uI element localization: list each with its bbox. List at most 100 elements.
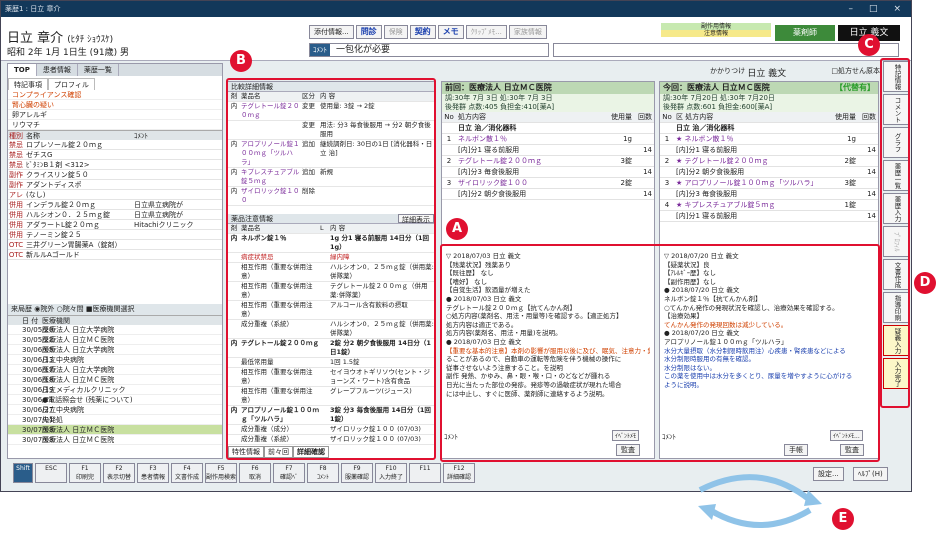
drug-comment (134, 170, 222, 179)
patient-header: 日立 章介 (ﾋﾀﾁ ｼｮｳｽｹ) 昭和 2年 1月 1日生 (91歳) 男 添… (1, 17, 911, 61)
drug-row[interactable]: アレ (なし) (8, 190, 222, 200)
tab-top[interactable]: TOP (8, 64, 37, 76)
drug-row[interactable]: 併用 インデラル錠２０ｍｇ 日立県立病院が (8, 200, 222, 210)
rx-row[interactable]: 3 ザイロリック錠１００ 2錠 (442, 178, 654, 189)
subtab-profile[interactable]: プロフィル (48, 78, 95, 90)
history-clinic: 日立中央病院 (42, 356, 84, 364)
fkey-f11[interactable]: F11 (409, 463, 441, 483)
fkey-f5[interactable]: F5 副作用検索 (205, 463, 237, 483)
tab-patient[interactable]: 患者情報 (37, 64, 78, 76)
memo-button[interactable]: メモ (437, 25, 464, 39)
history-row[interactable]: 30/06/19 日立メディカルクリニック (8, 385, 222, 395)
drug-kind: 併用 (9, 231, 23, 239)
fkey-f9[interactable]: F9 服薬確認 (341, 463, 373, 483)
drug-kind: 禁忌 (9, 151, 23, 159)
subtab-notes[interactable]: 特記事項 (8, 78, 48, 90)
comment-extra-field[interactable] (553, 43, 899, 57)
rx-row[interactable]: [内]分1 寝る前服用 14 (442, 145, 654, 156)
rx-times: 14 (867, 190, 876, 198)
maximize-icon[interactable]: □ (869, 4, 878, 14)
history-clinic: ●電話照会せ (残薬について) (42, 396, 133, 404)
history-row[interactable]: 30/06/21 ●電話照会せ (残薬について) (8, 395, 222, 405)
history-row[interactable]: 30/07/03 医療法人 日立ＭＣ医院 (8, 425, 222, 435)
rx-row[interactable]: [内]分3 毎食後服用 14 (660, 189, 878, 200)
fkey-f1[interactable]: F1 印刷完 (69, 463, 101, 483)
history-row[interactable]: 30/07/03 医療法人 日立ＭＣ医院 (8, 435, 222, 445)
rx-name: ザイロリック錠１００ (458, 179, 528, 187)
fkey-f2[interactable]: F2 表示切替 (103, 463, 135, 483)
comment-field[interactable]: ｺﾒﾝﾄ 一包化が必要 (309, 43, 549, 57)
drug-row[interactable]: 併用 アダラートL錠２０ｍｇ Hitachiクリニック (8, 220, 222, 230)
interview-button[interactable]: 問診 (355, 25, 382, 39)
rx-row[interactable]: 1 ネルボン散１％ 1g (442, 134, 654, 145)
rx-number: 2 (446, 157, 452, 165)
drug-list: 禁忌 ロプレソール錠２０ｍｇ 禁忌 ゼチスG 禁忌 ﾋﾞﾀﾐﾝB１剤 <312> 副作 クライ… (8, 140, 222, 260)
history-row[interactable]: 30/06/13 日立中央病院 (8, 355, 222, 365)
family-button[interactable]: 家族情報 (508, 25, 547, 39)
history-date: 30/05/22 (22, 336, 54, 344)
history-row[interactable]: 30/07/01 先発処 (8, 415, 222, 425)
rx-name: [内]分1 寝る前服用 (458, 146, 520, 154)
history-date: 30/06/13 (22, 356, 54, 364)
drug-row[interactable]: OTC 新ルルAゴールド (8, 250, 222, 260)
rx-times: 14 (643, 146, 652, 154)
rx-times (634, 134, 654, 144)
fkey-esc[interactable]: ESC (35, 463, 67, 483)
fkey-shift[interactable]: Shift (13, 463, 33, 483)
fkey-f6[interactable]: F6 取消 (239, 463, 271, 483)
drug-row[interactable]: 副作 クライスリン錠５０ (8, 170, 222, 180)
rx-name: ★ キプレスチュアブル錠５ｍｇ (676, 201, 776, 209)
rx-row[interactable]: [内]分1 寝る前服用 14 (660, 211, 878, 222)
original-rx-checkbox[interactable]: □処方せん原本 (831, 66, 880, 79)
tab-history[interactable]: 薬歴一覧 (78, 64, 119, 76)
drug-comment (134, 150, 222, 159)
rx-row[interactable]: [内]分3 毎食後服用 14 (442, 167, 654, 178)
clip-memo-button[interactable]: ｸﾘｯﾌﾟﾒﾓ... (465, 25, 507, 39)
history-row[interactable]: 30/05/22 医療法人 日立ＭＣ医院 (8, 335, 222, 345)
minimize-icon[interactable]: – (848, 4, 853, 14)
drug-comment (134, 180, 222, 189)
rx-row[interactable]: 4 ★ キプレスチュアブル錠５ｍｇ 1錠 (660, 200, 878, 211)
attachment-button[interactable]: 添付情報... (309, 25, 354, 39)
history-row[interactable]: 30/06/17 医療法人 日立大学病院 (8, 365, 222, 375)
history-row[interactable]: 30/06/05 医療法人 日立大学病院 (8, 345, 222, 355)
rx-row[interactable]: 2 テグレトール錠２００ｍｇ 3錠 (442, 156, 654, 167)
fkey-f12[interactable]: F12 詳細確認 (443, 463, 475, 483)
rx-times (858, 134, 878, 144)
history-row[interactable]: 30/06/18 医療法人 日立ＭＣ医院 (8, 375, 222, 385)
rx-row[interactable]: [内]分1 寝る前服用 14 (660, 145, 878, 156)
side-effect-flag: 副作用情報 (661, 23, 771, 30)
drug-row[interactable]: 禁忌 ゼチスG (8, 150, 222, 160)
help-button[interactable]: ﾍﾙﾌﾟ(H) (853, 467, 888, 481)
drug-kind: 併用 (9, 201, 23, 209)
rx-row[interactable]: [内]分2 朝夕食後服用 14 (660, 167, 878, 178)
insurance-button[interactable]: 保険 (383, 25, 408, 39)
history-row[interactable]: 30/06/27 日立中央病院 (8, 405, 222, 415)
rx-row[interactable]: 2 ★ テグレトール錠２００ｍｇ 2錠 (660, 156, 878, 167)
rx-name: [内]分1 寝る前服用 (676, 212, 738, 220)
contract-button[interactable]: 契約 (409, 25, 436, 39)
rx-row[interactable]: 1 ★ ネルボン散１％ 1g (660, 134, 878, 145)
rx-number: 2 (664, 157, 670, 165)
history-row[interactable]: 30/05/20 医療法人 日立大学病院 (8, 325, 222, 335)
fkey-f8[interactable]: F8 ｺﾒﾝﾄ (307, 463, 339, 483)
drug-row[interactable]: 禁忌 ﾋﾞﾀﾐﾝB１剤 <312> (8, 160, 222, 170)
drug-comment (134, 240, 222, 249)
drug-row[interactable]: OTC 三井グリーン胃腸薬A（錠剤） (8, 240, 222, 250)
drug-row[interactable]: 禁忌 ロプレソール錠２０ｍｇ (8, 140, 222, 150)
fkey-f3[interactable]: F3 患者情報 (137, 463, 169, 483)
history-clinic: 先発処 (42, 416, 63, 424)
fkey-f4[interactable]: F4 文書作成 (171, 463, 203, 483)
drug-row[interactable]: 副作 アダントディスポ (8, 180, 222, 190)
fkey-f7[interactable]: F7 確認ﾍﾞ (273, 463, 305, 483)
drug-row[interactable]: 併用 ハルシオン０．２５ｍｇ錠 日立県立病院が (8, 210, 222, 220)
history-date: 30/07/01 (22, 416, 54, 424)
close-icon[interactable]: × (893, 4, 901, 14)
rx-row[interactable]: 3 ★ アロプリノール錠１００ｍｇ「ツルハラ」 3錠 (660, 178, 878, 189)
drug-row[interactable]: 併用 テノーミン錠２５ (8, 230, 222, 240)
drug-comment (134, 190, 222, 199)
rx-row[interactable]: [内]分2 朝夕食後服用 14 (442, 189, 654, 200)
fkey-f10[interactable]: F10 入力終了 (375, 463, 407, 483)
drug-name: クライスリン錠５０ (26, 171, 89, 179)
rx-number (442, 145, 456, 155)
